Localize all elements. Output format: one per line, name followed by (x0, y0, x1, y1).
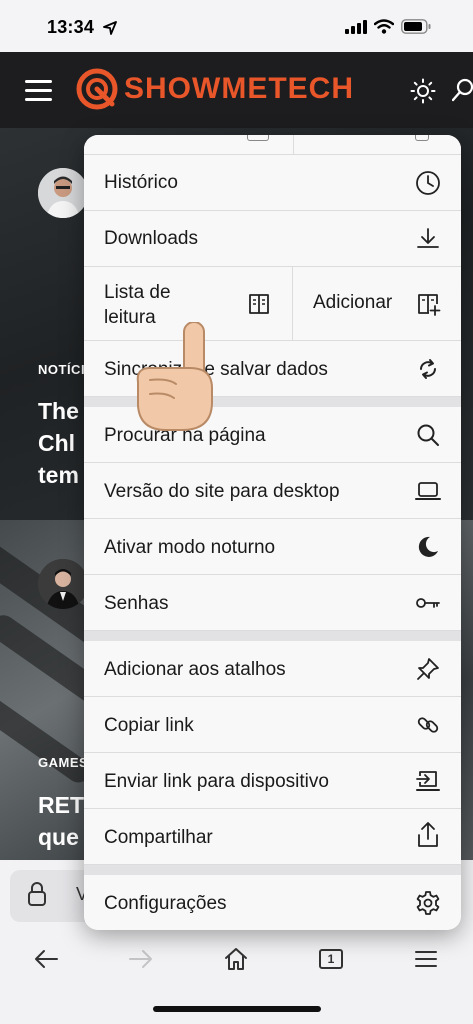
author-avatar[interactable] (38, 168, 88, 218)
author-avatar[interactable] (38, 559, 88, 609)
header-search-icon[interactable] (452, 76, 473, 104)
status-time: 13:34 (47, 17, 95, 37)
menu-item-modo-noturno[interactable]: Ativar modo noturno (84, 519, 461, 575)
pin-icon (415, 656, 441, 682)
person-photo (38, 168, 88, 218)
menu-item-configuracoes[interactable]: Configurações (84, 875, 461, 930)
menu-item-label: Senhas (104, 593, 169, 614)
menu-item-senhas[interactable]: Senhas (84, 575, 461, 631)
send-to-device-icon (415, 768, 441, 794)
article-title-line[interactable]: Chl (38, 428, 75, 459)
article-title-line[interactable]: tem (38, 460, 79, 491)
menu-item-label: Ativar modo noturno (104, 537, 276, 558)
menu-item-adicionar-atalhos[interactable]: Adicionar aos atalhos (84, 641, 461, 697)
menu-item-versao-desktop[interactable]: Versão do site para desktop (84, 463, 461, 519)
gear-icon (415, 890, 441, 916)
menu-item-label: Adicionar aos atalhos (104, 659, 286, 680)
home-button[interactable] (216, 944, 256, 974)
book-icon (246, 291, 272, 317)
article-title-line[interactable]: que (38, 822, 79, 853)
battery-icon (401, 19, 431, 34)
article-title-line[interactable]: The (38, 396, 79, 427)
sun-icon[interactable] (410, 78, 436, 104)
forward-arrow-icon (129, 950, 152, 968)
menu-item-label: Copiar link (104, 715, 194, 736)
menu-item-compartilhar[interactable]: Compartilhar (84, 809, 461, 865)
share-icon (415, 822, 441, 848)
link-icon (415, 712, 441, 738)
tab-count: 1 (319, 949, 343, 969)
signal-icon (345, 19, 367, 34)
menu-item-label: Versão do site para desktop (104, 481, 340, 502)
site-menu-icon[interactable] (25, 80, 52, 101)
sync-icon (415, 356, 441, 382)
key-icon (415, 590, 441, 616)
menu-item-downloads[interactable]: Downloads (84, 211, 461, 267)
back-button[interactable] (26, 944, 66, 974)
menu-icon (415, 951, 437, 967)
back-arrow-icon (35, 950, 58, 968)
menu-item-label: Configurações (104, 893, 227, 914)
logo-mark-icon (76, 68, 118, 110)
tabs-button[interactable]: 1 (311, 944, 351, 974)
menu-item-adicionar-leitura[interactable]: Adicionar (293, 267, 461, 341)
menu-item-enviar-link[interactable]: Enviar link para dispositivo (84, 753, 461, 809)
home-indicator (153, 1006, 321, 1012)
lock-icon (28, 882, 46, 906)
menu-peek-row (84, 135, 461, 155)
menu-item-label: Downloads (104, 228, 198, 249)
download-icon (415, 226, 441, 252)
site-logo[interactable]: SHOWMETECH (76, 68, 354, 110)
pointing-hand-icon (136, 322, 213, 431)
home-icon (225, 948, 247, 970)
menu-item-label: Adicionar (313, 292, 393, 313)
laptop-icon (415, 478, 441, 504)
status-icons (345, 19, 431, 34)
search-icon (415, 422, 441, 448)
menu-item-label: Histórico (104, 172, 178, 193)
menu-item-label: Enviar link para dispositivo (104, 771, 329, 792)
menu-item-copiar-link[interactable]: Copiar link (84, 697, 461, 753)
menu-item-label: Compartilhar (104, 827, 213, 848)
wifi-icon (374, 19, 394, 34)
clock-icon (415, 170, 441, 196)
forward-button[interactable] (121, 944, 161, 974)
menu-item-historico[interactable]: Histórico (84, 155, 461, 211)
site-header: SHOWMETECH (0, 52, 473, 128)
browser-menu: Histórico Downloads Lista de leitura Adi… (84, 135, 461, 930)
location-arrow-icon (103, 21, 117, 35)
article-title-line[interactable]: RET (38, 790, 84, 821)
person-photo (38, 559, 88, 609)
moon-icon (415, 534, 441, 560)
book-plus-icon (415, 291, 441, 317)
logo-text: SHOWMETECH (124, 72, 354, 105)
browser-menu-button[interactable] (406, 944, 446, 974)
status-bar: 13:34 (0, 0, 473, 52)
